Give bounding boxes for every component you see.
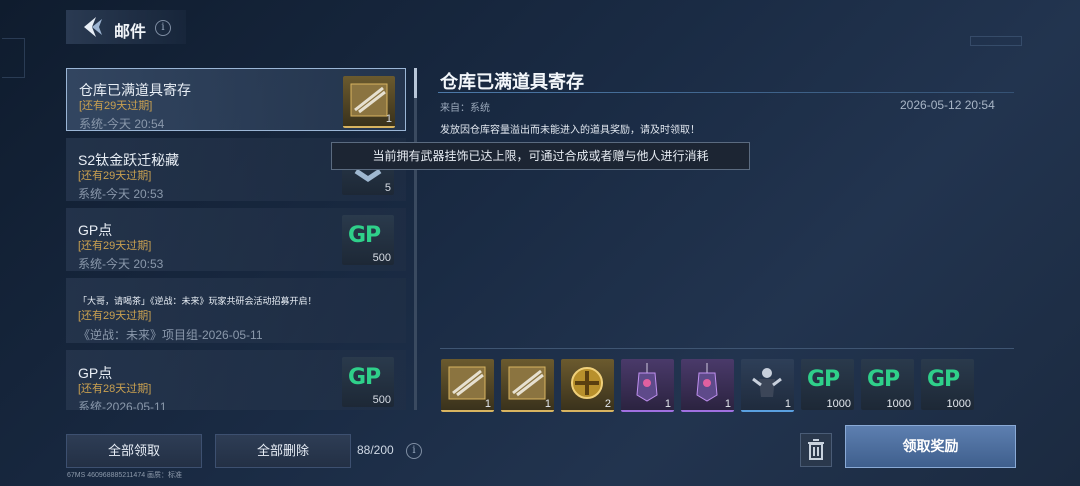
reward-item[interactable]: 1 xyxy=(681,359,734,412)
delete-button[interactable] xyxy=(800,433,832,467)
claim-all-button[interactable]: 全部领取 xyxy=(66,434,202,468)
reward-count: 1000 xyxy=(886,398,911,410)
reward-item[interactable]: GP 1000 xyxy=(861,359,914,410)
reward-item[interactable]: 1 xyxy=(441,359,494,412)
mail-item[interactable]: GP点 [还有28天过期] 系统-2026-05-11 GP 500 xyxy=(66,350,406,410)
mail-meta: 系统-2026-05-11 xyxy=(78,400,167,410)
mail-meta: 系统-今天 20:53 xyxy=(78,257,164,271)
mail-expiry: [还有29天过期] xyxy=(78,310,152,322)
weapon-attachment-icon: 1 xyxy=(343,76,395,128)
gp-icon: GP 500 xyxy=(342,215,394,265)
attachment-count: 500 xyxy=(372,252,391,264)
mail-meta: 《逆战：未来》项目组-2026-05-11 xyxy=(78,328,263,342)
attachment-count: 500 xyxy=(372,394,391,406)
reward-count: 2 xyxy=(604,398,611,410)
gp-icon: GP xyxy=(867,367,900,392)
gp-logo: GP xyxy=(348,365,381,390)
divider xyxy=(440,348,1014,349)
mail-meta: 系统-今天 20:54 xyxy=(79,117,165,131)
tooltip: 当前拥有武器挂饰已达上限，可通过合成或者赠与他人进行消耗 xyxy=(331,142,750,170)
gp-icon: GP xyxy=(807,367,840,392)
attachment-count: 1 xyxy=(385,113,392,125)
mail-item[interactable]: 「大哥，请喝茶」《逆战：未来》玩家共研会活动招募开启！ [还有29天过期] 《逆… xyxy=(66,278,406,343)
info-icon[interactable]: i xyxy=(155,20,171,36)
mail-item-selected[interactable]: 仓库已满道具寄存 [还有29天过期] 系统-今天 20:54 1 xyxy=(66,68,406,131)
gp-icon: GP 500 xyxy=(342,357,394,407)
claim-reward-button[interactable]: 领取奖励 xyxy=(845,425,1016,468)
mail-date: 2026-05-12 20:54 xyxy=(900,98,995,112)
mail-count: 88/200 xyxy=(357,443,394,457)
corner-decoration xyxy=(970,36,1022,46)
divider xyxy=(438,92,1014,93)
scrollbar-thumb[interactable] xyxy=(414,68,417,98)
mail-expiry: [还有29天过期] xyxy=(78,170,152,182)
mail-body: 发放因仓库容量溢出而未能进入的道具奖励，请及时领取！ xyxy=(440,125,700,136)
reward-count: 1 xyxy=(484,398,491,410)
mail-title: 「大哥，请喝茶」《逆战：未来》玩家共研会活动招募开启！ xyxy=(78,296,317,306)
reward-item[interactable]: 1 xyxy=(501,359,554,412)
reward-item[interactable]: 1 xyxy=(621,359,674,412)
mail-expiry: [还有29天过期] xyxy=(78,240,152,252)
mail-meta: 系统-今天 20:53 xyxy=(78,187,164,201)
reward-count: 1 xyxy=(664,398,671,410)
scrollbar-track[interactable] xyxy=(414,68,417,410)
reward-count: 1 xyxy=(544,398,551,410)
info-icon[interactable]: i xyxy=(406,443,422,459)
reward-count: 1 xyxy=(724,398,731,410)
attachment-count: 5 xyxy=(384,182,391,194)
reward-count: 1000 xyxy=(946,398,971,410)
delete-all-button[interactable]: 全部删除 xyxy=(215,434,351,468)
gp-icon: GP xyxy=(927,367,960,392)
mail-item[interactable]: GP点 [还有29天过期] 系统-今天 20:53 GP 500 xyxy=(66,208,406,271)
gp-logo: GP xyxy=(348,223,381,248)
trash-icon xyxy=(808,439,824,460)
mail-expiry: [还有29天过期] xyxy=(79,100,153,112)
mail-list[interactable]: 仓库已满道具寄存 [还有29天过期] 系统-今天 20:54 1 S2钛金跃迁秘… xyxy=(66,68,408,410)
reward-item[interactable]: GP 1000 xyxy=(801,359,854,410)
reward-item[interactable]: GP 1000 xyxy=(921,359,974,410)
status-bar: 67MS 460968885211474 画质：标准 xyxy=(67,472,183,479)
back-arrow-icon xyxy=(84,17,102,37)
reward-item[interactable]: 1 xyxy=(741,359,794,412)
mail-detail-title: 仓库已满道具寄存 xyxy=(440,72,584,92)
corner-decoration xyxy=(2,38,25,78)
reward-item[interactable]: 2 xyxy=(561,359,614,412)
mail-expiry: [还有28天过期] xyxy=(78,383,152,395)
back-button[interactable] xyxy=(78,13,106,41)
mail-sender: 来自：系统 xyxy=(440,103,490,114)
page-title: 邮件 xyxy=(114,24,147,41)
reward-count: 1 xyxy=(784,398,791,410)
reward-count: 1000 xyxy=(826,398,851,410)
